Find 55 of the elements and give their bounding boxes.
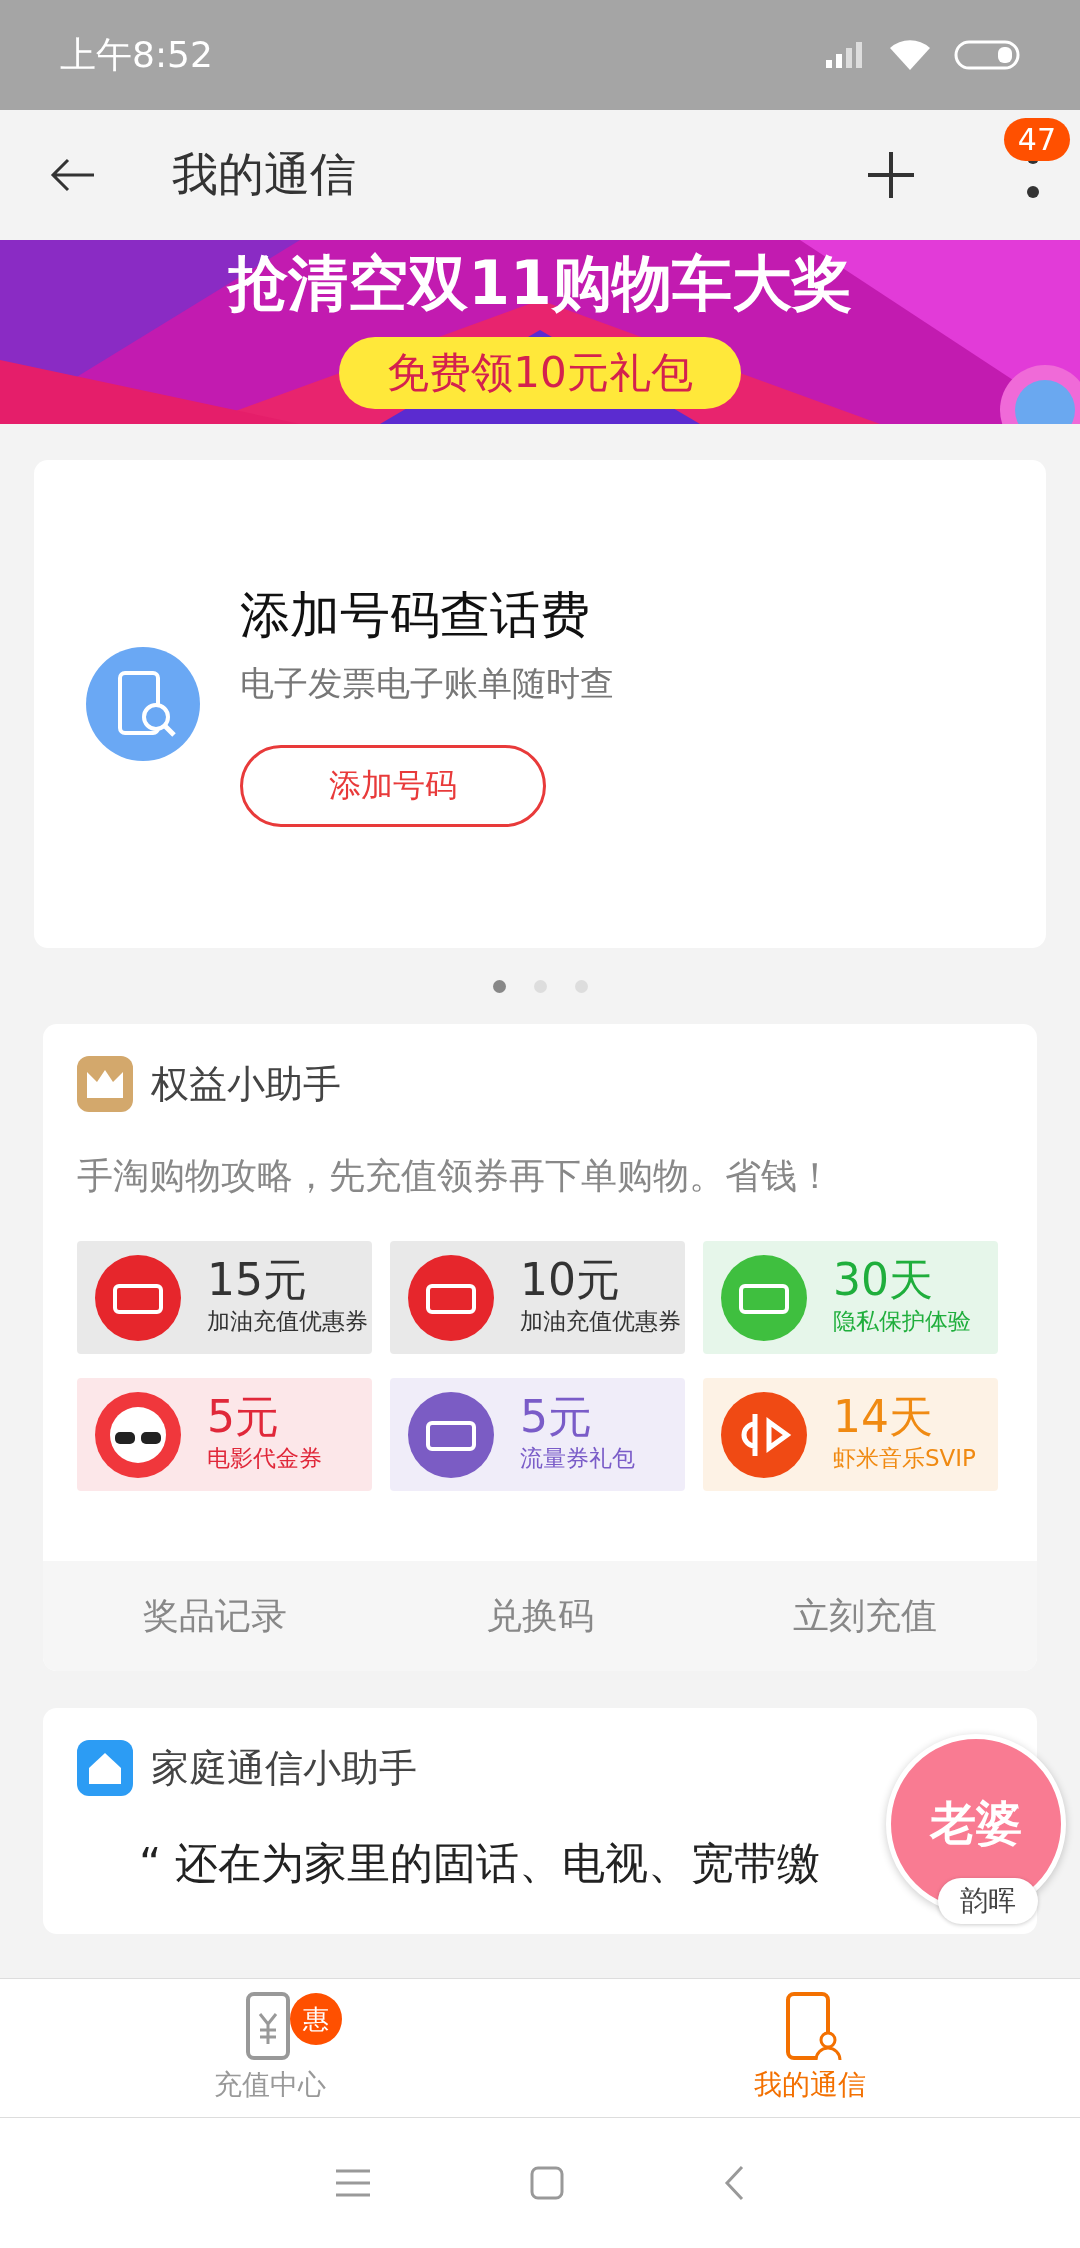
glasses-icon: [95, 1391, 181, 1478]
house-icon: [77, 1740, 133, 1796]
quote-text: “ 还在为家里的固话、电视、宽带缴: [139, 1837, 820, 1890]
ticket-icon: [721, 1254, 807, 1341]
coupon-card[interactable]: 14天 虾米音乐SVIP: [703, 1378, 998, 1491]
coupon-value: 5元: [520, 1395, 592, 1439]
coupon-value: 10元: [520, 1258, 620, 1302]
back-button[interactable]: [50, 157, 96, 193]
coupon-card[interactable]: 10元 加油充值优惠券: [390, 1241, 685, 1354]
ticket-icon: [408, 1254, 494, 1341]
coupon-card[interactable]: 5元 流量券礼包: [390, 1378, 685, 1491]
carousel-subtitle: 电子发票电子账单随时查: [240, 661, 614, 705]
back-nav-button[interactable]: [724, 2165, 744, 2201]
banner-headline: 抢清空双11购物车大奖: [228, 247, 852, 320]
tip-text: 手淘购物攻略，先充值领券再下单购物。省钱！: [76, 1154, 834, 1198]
page-title: 我的通信: [172, 146, 357, 203]
coupon-value: 30天: [833, 1258, 933, 1302]
add-number-button[interactable]: 添加号码: [240, 744, 546, 827]
ticket-icon: [95, 1254, 181, 1341]
page-dot[interactable]: [492, 979, 506, 993]
coupon-card[interactable]: 5元 电影代金券: [77, 1378, 372, 1491]
coupon-label: 电影代金券: [207, 1444, 322, 1473]
footer-link[interactable]: 兑换码: [480, 1590, 600, 1642]
section-title: 家庭通信小助手: [151, 1744, 417, 1792]
status-time: 上午8:52: [60, 32, 213, 77]
ticket-icon: [408, 1391, 494, 1478]
coupon-card[interactable]: 15元 加油充值优惠券: [77, 1241, 372, 1354]
battery-icon: [954, 40, 1020, 70]
notification-badge: 47: [1003, 118, 1070, 161]
add-button[interactable]: [866, 150, 916, 200]
section-title: 权益小助手: [151, 1060, 341, 1108]
coupon-label: 隐私保护体验: [833, 1307, 971, 1336]
coupon-value: 15元: [207, 1258, 307, 1302]
coupon-label: 加油充值优惠券: [520, 1307, 681, 1336]
coupon-value: 5元: [207, 1395, 279, 1439]
name-tooltip: 韵晖: [938, 1878, 1038, 1924]
music-icon: [721, 1391, 807, 1478]
phone-search-icon: [86, 647, 200, 761]
coupon-label: 加油充值优惠券: [207, 1307, 368, 1336]
tab[interactable]: 惠 充值中心: [0, 1979, 540, 2117]
promo-badge: 惠: [290, 1993, 342, 2045]
footer-link[interactable]: 立刻充值: [787, 1590, 944, 1642]
tab[interactable]: 我的通信: [540, 1979, 1080, 2117]
menu-button[interactable]: [336, 2168, 370, 2198]
coupon-value: 14天: [833, 1395, 933, 1439]
home-button[interactable]: [530, 2166, 564, 2200]
coupon-label: 流量券礼包: [520, 1444, 635, 1473]
coupon-label: 虾米音乐SVIP: [833, 1444, 976, 1473]
footer-link[interactable]: 奖品记录: [136, 1590, 293, 1642]
banner-button[interactable]: 免费领10元礼包: [339, 337, 741, 409]
contact-name: 老婆: [930, 1795, 1022, 1852]
crown-icon: [77, 1056, 133, 1112]
wifi-icon: [890, 40, 930, 70]
coupon-card[interactable]: 30天 隐私保护体验: [703, 1241, 998, 1354]
carousel-title: 添加号码查话费: [240, 584, 590, 646]
